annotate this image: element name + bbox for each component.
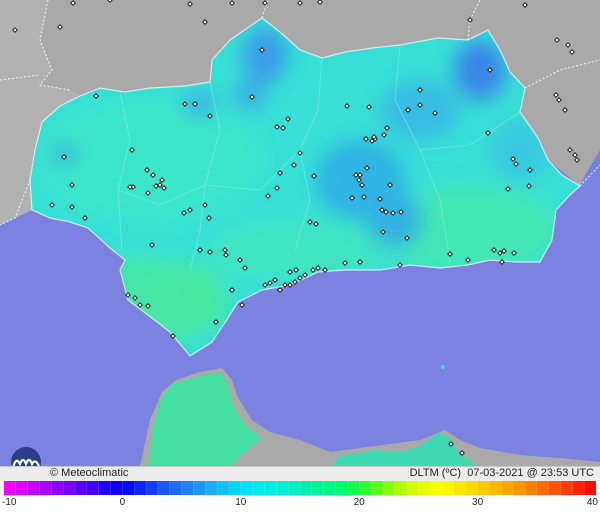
scale-band: [489, 481, 502, 495]
copyright-label[interactable]: © Meteoclimatic: [50, 467, 128, 480]
time-label: 23:53 UTC: [540, 467, 594, 479]
scale-band: [157, 481, 171, 495]
scale-tick-label: 20: [353, 497, 365, 508]
scale-tick-label: -10: [2, 497, 17, 508]
scale-band: [39, 481, 52, 495]
scale-tick-label: 0: [119, 497, 126, 508]
scale-band: [572, 481, 585, 495]
scale-band: [205, 481, 218, 495]
scale-band: [276, 481, 289, 495]
variable-label: DLTM (ºC): [409, 467, 462, 479]
scale-band: [98, 481, 112, 495]
map-metadata: DLTM (ºC) 07-03-2021 @ 23:53 UTC: [410, 467, 594, 480]
scale-band: [75, 481, 88, 495]
scale-band: [252, 481, 265, 495]
scale-band: [134, 481, 147, 495]
scale-band: [288, 481, 301, 495]
scale-band: [169, 481, 183, 495]
scale-band: [430, 481, 443, 495]
scale-band: [146, 481, 159, 495]
scale-band: [300, 481, 313, 495]
temperature-map: [0, 0, 600, 466]
scale-band: [394, 481, 408, 495]
scale-band: [122, 481, 135, 495]
scale-band: [418, 481, 431, 495]
scale-band: [27, 481, 41, 495]
scale-band: [513, 481, 526, 495]
scale-band: [240, 481, 254, 495]
date-label: 07-03-2021: [467, 467, 524, 479]
alboran-island: [441, 365, 445, 369]
scale-band: [86, 481, 100, 495]
scale-band: [584, 481, 596, 495]
scale-band: [548, 481, 561, 495]
scale-band: [110, 481, 123, 495]
scale-tick-label: 40: [586, 497, 598, 508]
at-label: @: [526, 467, 538, 479]
scale-band: [311, 481, 325, 495]
scale-band: [51, 481, 64, 495]
scale-band: [217, 481, 230, 495]
scale-band: [323, 481, 337, 495]
temperature-scale-bar: [4, 481, 596, 495]
scale-band: [63, 481, 76, 495]
scale-band: [359, 481, 372, 495]
scale-band: [442, 481, 455, 495]
scale-band: [193, 481, 206, 495]
scale-tick-label: 30: [472, 497, 484, 508]
scale-band: [477, 481, 490, 495]
scale-band: [181, 481, 194, 495]
scale-band: [465, 481, 479, 495]
scale-band: [347, 481, 360, 495]
scale-band: [371, 481, 384, 495]
scale-band: [228, 481, 242, 495]
scale-band: [406, 481, 419, 495]
scale-band: [382, 481, 396, 495]
scale-band: [4, 481, 17, 495]
scale-band: [453, 481, 467, 495]
scale-band: [335, 481, 348, 495]
scale-band: [264, 481, 277, 495]
scale-band: [536, 481, 550, 495]
scale-tick-label: 10: [235, 497, 247, 508]
scale-band: [560, 481, 573, 495]
scale-band: [15, 481, 29, 495]
scale-band: [501, 481, 514, 495]
scale-band: [524, 481, 538, 495]
